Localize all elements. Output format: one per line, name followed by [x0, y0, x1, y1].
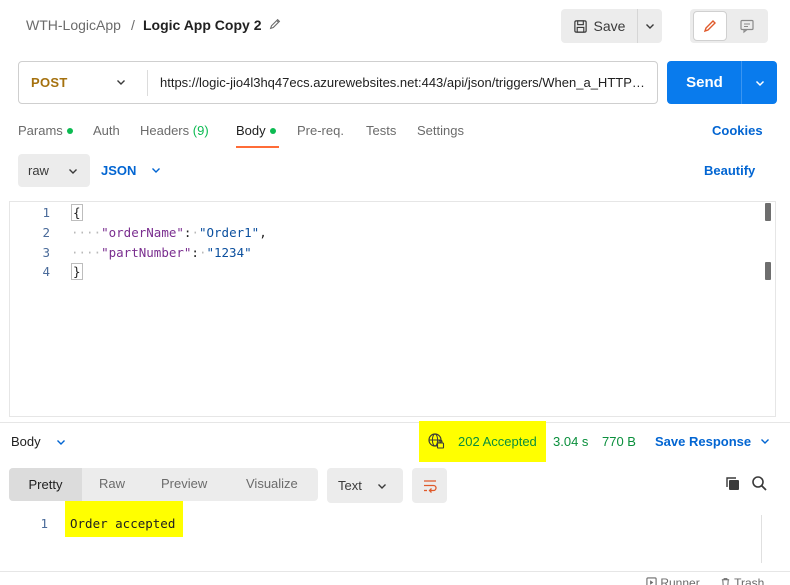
wrap-lines-icon: [423, 479, 437, 493]
tab-params[interactable]: Params: [18, 123, 73, 138]
runner-button[interactable]: Runner: [646, 576, 700, 585]
send-button[interactable]: Send: [667, 61, 742, 104]
cookies-link[interactable]: Cookies: [712, 123, 763, 138]
headers-count: (9): [192, 123, 209, 138]
response-scrollbar[interactable]: [761, 515, 775, 563]
line-number: 4: [42, 264, 50, 279]
params-indicator-dot: [66, 127, 73, 134]
tab-settings[interactable]: Settings: [417, 123, 464, 138]
tab-headers-label: Headers: [140, 123, 190, 138]
body-indicator-dot: [269, 127, 276, 134]
save-options-button[interactable]: [638, 9, 662, 43]
wrap-lines-button[interactable]: [412, 468, 447, 503]
url-input[interactable]: https://logic-jio4l3hq47ecs.azurewebsite…: [160, 75, 652, 90]
response-time[interactable]: 3.04 s: [553, 434, 588, 449]
active-tab-underline: [236, 146, 279, 148]
response-line-number: 1: [40, 516, 48, 531]
json-key: "partNumber": [101, 245, 192, 260]
editor-scrollbar-thumb[interactable]: [765, 203, 771, 221]
json-value: "Order1": [198, 225, 260, 240]
tab-body-label: Body: [236, 123, 266, 138]
comment-icon: [740, 19, 754, 34]
tab-raw[interactable]: Raw: [99, 476, 125, 491]
tab-preview[interactable]: Preview: [161, 476, 207, 491]
tab-headers[interactable]: Headers (9): [140, 123, 209, 138]
save-response-button[interactable]: Save Response: [655, 434, 751, 449]
send-options-button[interactable]: [742, 61, 777, 104]
tab-body[interactable]: Body: [236, 123, 276, 138]
tab-visualize[interactable]: Visualize: [246, 476, 298, 491]
tab-prereq[interactable]: Pre-req.: [297, 123, 344, 138]
footer-divider: [0, 571, 790, 572]
tab-tests[interactable]: Tests: [366, 123, 396, 138]
request-title[interactable]: Logic App Copy 2: [143, 17, 261, 33]
status-badge[interactable]: 202 Accepted: [458, 434, 537, 449]
chevron-down-icon: [68, 168, 77, 174]
chevron-down-icon[interactable]: [759, 435, 771, 447]
code-line: ····"orderName":·"Order1",: [71, 225, 267, 240]
breadcrumb-workspace[interactable]: WTH-LogicApp: [26, 17, 121, 33]
code-line: }: [71, 263, 83, 280]
save-button[interactable]: Save: [561, 9, 637, 43]
save-button-label: Save: [593, 18, 626, 34]
code-line: ····"partNumber":·"1234": [71, 245, 252, 260]
chevron-down-icon: [377, 483, 386, 489]
runner-label: Runner: [660, 576, 700, 585]
tab-pretty[interactable]: Pretty: [9, 468, 82, 501]
editor-scrollbar-marker: [765, 262, 771, 280]
globe-lock-icon[interactable]: [427, 432, 445, 450]
chevron-down-icon: [755, 80, 764, 86]
response-format-label: Text: [338, 478, 362, 493]
breadcrumb-separator: /: [131, 17, 135, 33]
runner-icon: [646, 577, 657, 585]
open-brace: {: [71, 204, 83, 221]
trash-label: Trash: [734, 576, 765, 585]
tab-params-label: Params: [18, 123, 63, 138]
tab-auth[interactable]: Auth: [93, 123, 120, 138]
json-value: "1234": [206, 245, 252, 260]
chevron-down-icon: [646, 24, 654, 29]
response-body-text: Order accepted: [70, 516, 176, 531]
response-size[interactable]: 770 B: [602, 434, 636, 449]
json-key: "orderName": [101, 225, 184, 240]
search-icon[interactable]: [751, 475, 768, 492]
save-disk-icon: [573, 19, 587, 33]
rename-pencil-icon[interactable]: [268, 17, 282, 31]
pane-divider[interactable]: [0, 422, 790, 423]
chevron-down-icon[interactable]: [115, 76, 127, 88]
comments-button[interactable]: [730, 11, 764, 41]
http-method-select[interactable]: POST: [31, 75, 68, 90]
chevron-down-icon[interactable]: [55, 436, 67, 448]
line-number: 3: [42, 245, 50, 260]
beautify-button[interactable]: Beautify: [704, 163, 755, 178]
line-number: 2: [42, 225, 50, 240]
body-mode-select[interactable]: raw: [18, 154, 90, 187]
pencil-icon: [703, 20, 716, 33]
trash-button[interactable]: Trash: [720, 576, 764, 585]
code-line: {: [71, 204, 83, 221]
close-brace: }: [71, 263, 83, 280]
url-divider: [147, 70, 148, 96]
body-mode-label: raw: [28, 163, 49, 178]
chevron-down-icon[interactable]: [150, 164, 162, 176]
trash-icon: [721, 578, 730, 585]
body-language-select[interactable]: JSON: [101, 163, 136, 178]
copy-icon[interactable]: [724, 475, 741, 492]
response-format-select[interactable]: Text: [327, 468, 403, 503]
response-section-label[interactable]: Body: [11, 434, 41, 449]
edit-mode-button[interactable]: [693, 11, 727, 41]
line-number: 1: [42, 205, 50, 220]
